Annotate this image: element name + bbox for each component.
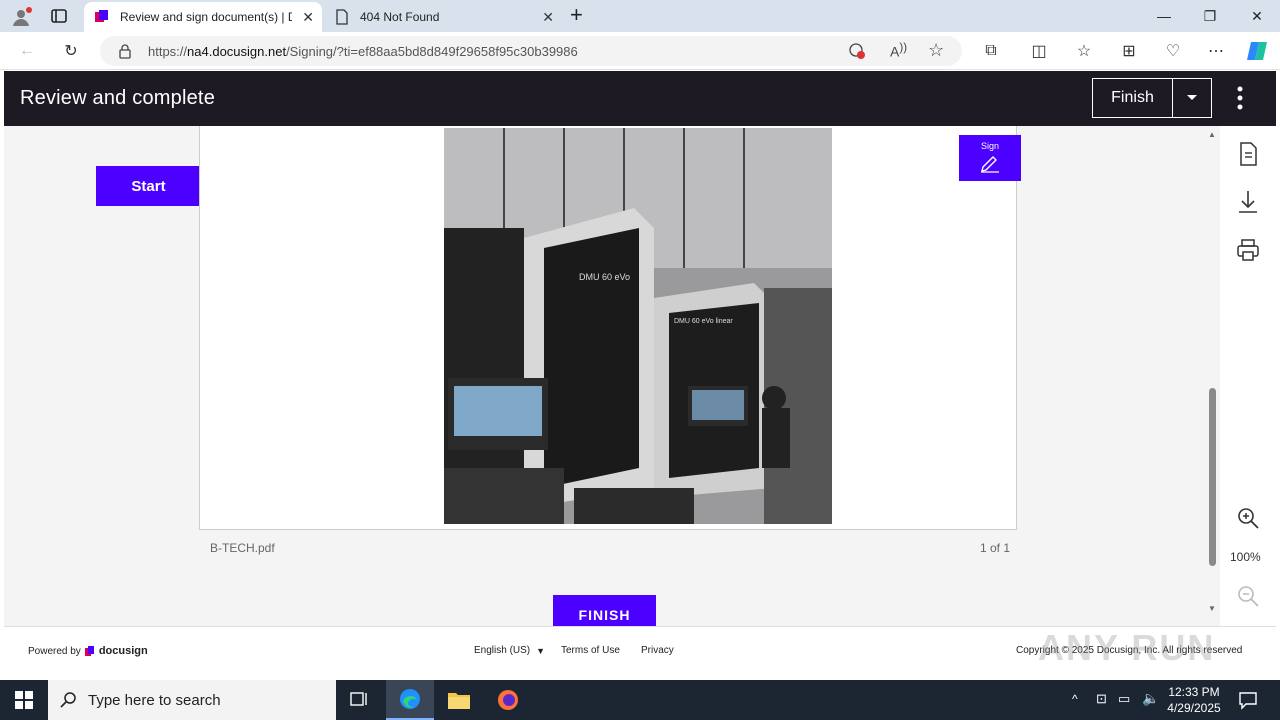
copilot-icon[interactable] <box>1245 39 1269 63</box>
document-viewer: Start DMU 60 eVo DMU 60 eVo linear Sign … <box>4 126 1276 626</box>
machine-label-2: DMU 60 eVo linear <box>674 318 733 325</box>
document-icon[interactable] <box>1234 140 1262 168</box>
chevron-down-icon: ▼ <box>536 645 546 656</box>
docusign-logo-icon <box>84 646 95 656</box>
windows-start-icon[interactable] <box>0 680 48 720</box>
sign-tag[interactable]: Sign <box>959 135 1021 181</box>
firefox-icon[interactable] <box>484 680 532 720</box>
zoom-level: 100% <box>1230 550 1261 564</box>
lock-icon[interactable] <box>118 43 132 59</box>
language-label: English (US) <box>474 645 531 656</box>
zoom-in-icon[interactable] <box>1234 504 1262 532</box>
docusign-brand: docusign <box>98 645 148 657</box>
refresh-icon[interactable]: ↻ <box>60 40 82 62</box>
terms-link[interactable]: Terms of Use <box>561 645 620 656</box>
url-text: https://na4.docusign.net/Signing/?ti=ef8… <box>148 44 578 59</box>
task-view-icon[interactable] <box>336 680 384 720</box>
language-selector[interactable]: English (US) ▼ <box>474 645 545 656</box>
address-bar[interactable]: https://na4.docusign.net/Signing/?ti=ef8… <box>100 36 962 66</box>
tab-title: Review and sign document(s) | D <box>120 10 292 24</box>
read-aloud-icon[interactable]: A)) <box>890 41 907 60</box>
finish-button[interactable]: Finish <box>1093 79 1173 117</box>
scroll-up-icon[interactable]: ▲ <box>1208 130 1216 139</box>
favorite-star-icon[interactable]: ☆ <box>928 40 944 61</box>
sign-label: Sign <box>980 141 999 151</box>
docusign-header: Review and complete Finish <box>4 71 1276 126</box>
scrollbar-thumb[interactable] <box>1209 388 1216 566</box>
system-clock[interactable]: 12:33 PM 4/29/2025 <box>1164 684 1224 716</box>
volume-icon[interactable]: 🔈 <box>1142 690 1159 707</box>
document-scrollbar[interactable]: ▲ ▼ <box>1207 130 1219 616</box>
extensions-icon[interactable]: ⧉ <box>980 40 1002 62</box>
page-title: Review and complete <box>20 87 216 109</box>
edge-taskbar-icon[interactable] <box>386 680 434 720</box>
collections-icon[interactable]: ⊞ <box>1118 40 1140 62</box>
tab-404[interactable]: 404 Not Found ✕ <box>324 2 562 32</box>
docusign-footer: Powered by docusign English (US) ▼ Terms… <box>4 626 1276 676</box>
powered-by-label: Powered by <box>28 645 81 657</box>
docusign-favicon-icon <box>94 9 110 25</box>
profile-icon[interactable] <box>10 6 32 28</box>
page-icon <box>334 9 350 25</box>
windows-taskbar: Type here to search ^ ⊡ ▭ 🔈 12:33 PM 4/2… <box>0 680 1280 720</box>
clock-date: 4/29/2025 <box>1167 701 1221 715</box>
search-placeholder: Type here to search <box>88 691 221 709</box>
tab-close-icon[interactable]: ✕ <box>302 9 314 26</box>
print-icon[interactable] <box>1234 236 1262 264</box>
watermark: ANY RUN <box>1038 627 1216 668</box>
tab-review-sign[interactable]: Review and sign document(s) | D ✕ <box>84 2 322 32</box>
privacy-link[interactable]: Privacy <box>641 645 674 656</box>
browser-essentials-icon[interactable]: ♡ <box>1162 40 1184 62</box>
document-filename: B-TECH.pdf <box>210 541 275 555</box>
pen-icon <box>959 153 1021 175</box>
network-icon[interactable]: ⊡ <box>1096 691 1107 707</box>
scroll-down-icon[interactable]: ▼ <box>1208 604 1216 613</box>
restore-icon[interactable]: ❐ <box>1187 0 1233 32</box>
tray-chevron-up-icon[interactable]: ^ <box>1072 692 1078 706</box>
finish-bottom-button[interactable]: FINISH <box>553 595 656 626</box>
tab-close-icon[interactable]: ✕ <box>542 9 554 26</box>
taskbar-search[interactable]: Type here to search <box>48 680 336 720</box>
favorites-icon[interactable]: ☆ <box>1073 40 1095 62</box>
powered-by: Powered by docusign <box>28 645 148 657</box>
new-tab-icon[interactable]: + <box>570 4 590 28</box>
machine-label-1: DMU 60 eVo <box>579 272 630 282</box>
start-button[interactable]: Start <box>96 166 201 206</box>
page-count: 1 of 1 <box>980 541 1011 555</box>
finish-dropdown-caret-icon[interactable] <box>1173 79 1211 117</box>
close-window-icon[interactable]: ✕ <box>1234 0 1280 32</box>
tracking-prevention-icon[interactable] <box>848 42 866 60</box>
machine-photo: DMU 60 eVo DMU 60 eVo linear <box>444 128 832 524</box>
finish-button-group: Finish <box>1092 78 1212 118</box>
back-icon[interactable]: ← <box>16 40 38 62</box>
right-tool-rail: 100% <box>1220 126 1276 626</box>
search-icon <box>60 691 78 714</box>
settings-more-icon[interactable]: ⋯ <box>1205 40 1227 62</box>
ethernet-icon[interactable]: ▭ <box>1118 691 1130 707</box>
notifications-icon[interactable] <box>1238 690 1258 715</box>
browser-tab-strip: Review and sign document(s) | D ✕ 404 No… <box>0 0 1280 32</box>
document-page: DMU 60 eVo DMU 60 eVo linear Sign <box>199 126 1021 530</box>
zoom-out-icon[interactable] <box>1234 582 1262 610</box>
file-explorer-icon[interactable] <box>435 680 483 720</box>
split-screen-icon[interactable]: ◫ <box>1028 40 1050 62</box>
more-options-icon[interactable] <box>1234 85 1246 113</box>
clock-time: 12:33 PM <box>1168 685 1220 699</box>
download-icon[interactable] <box>1234 188 1262 216</box>
tab-actions-icon[interactable] <box>50 7 68 25</box>
minimize-icon[interactable]: — <box>1141 0 1187 32</box>
tab-title: 404 Not Found <box>360 10 440 24</box>
browser-toolbar: ← ↻ https://na4.docusign.net/Signing/?ti… <box>0 32 1280 70</box>
